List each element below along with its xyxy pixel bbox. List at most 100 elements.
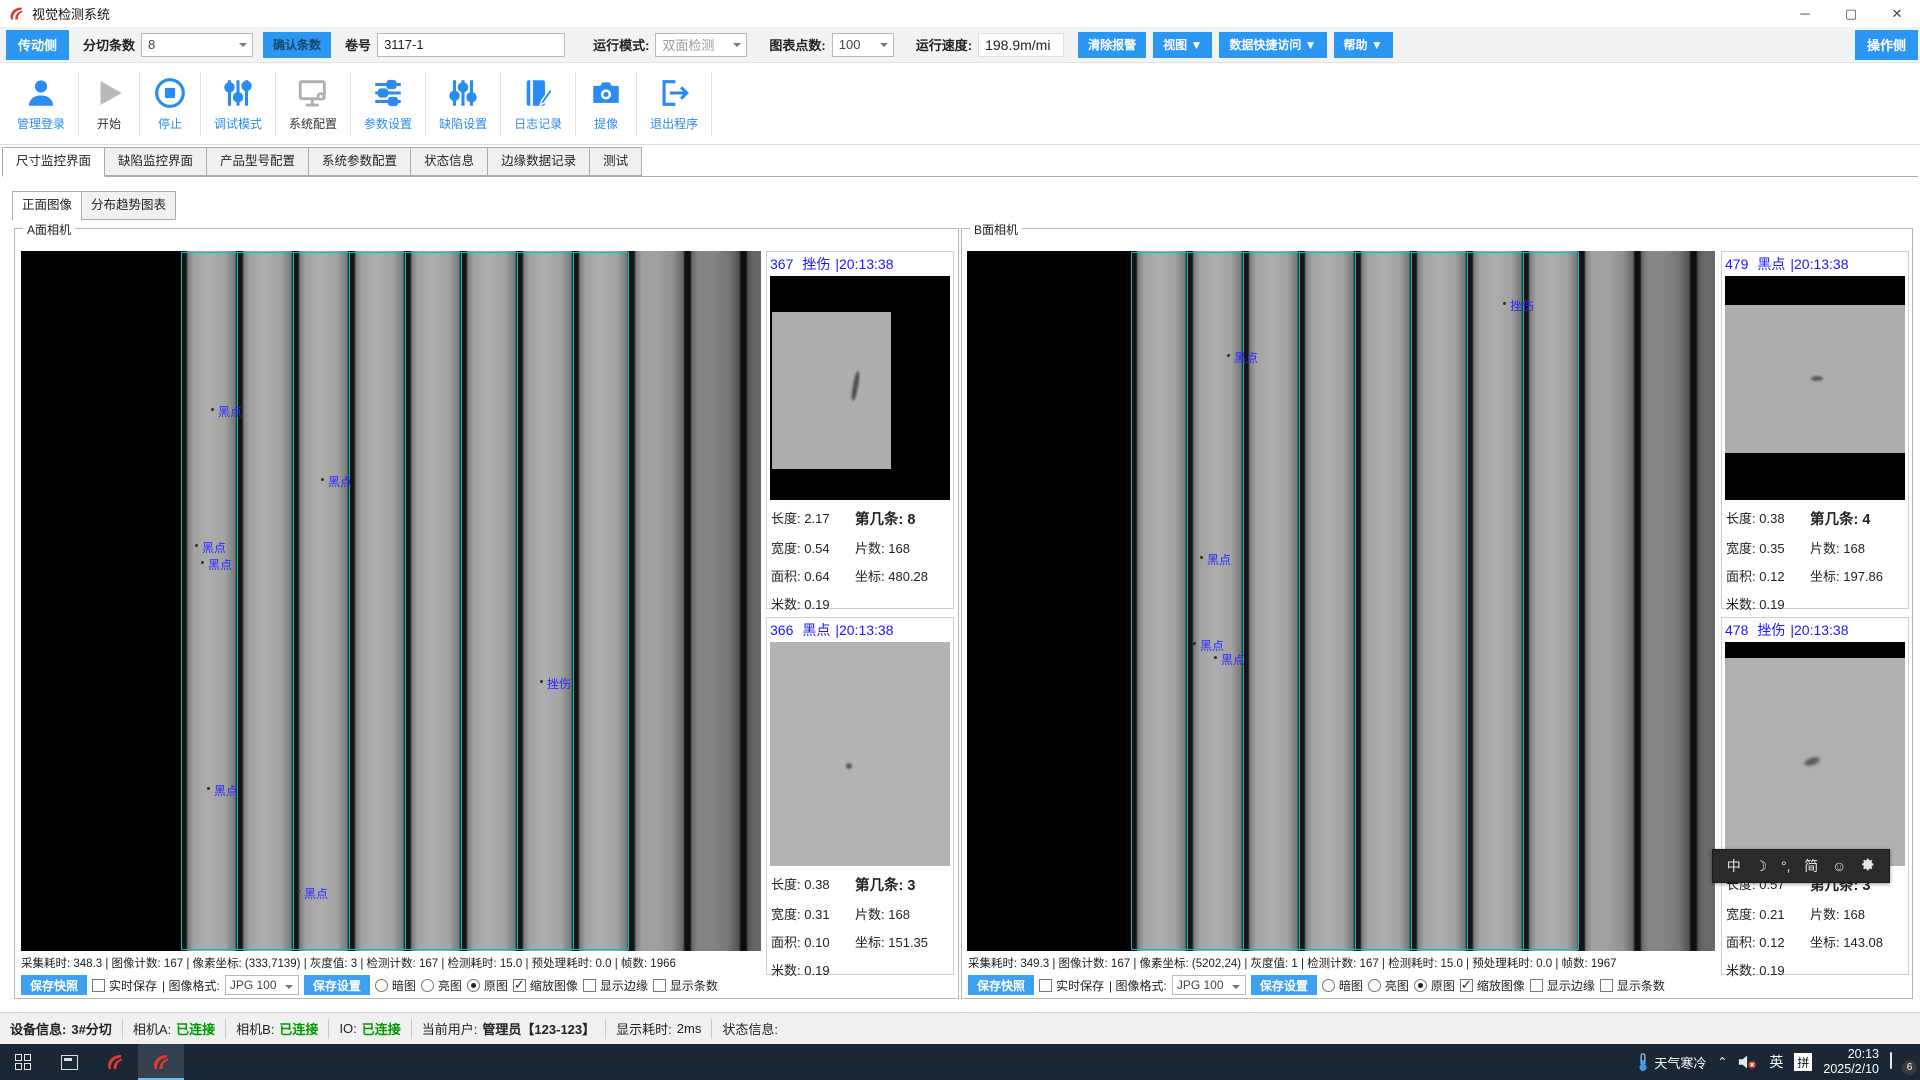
toolbar-item-exit-program[interactable]: 退出程序 [637, 72, 712, 136]
weather-text: 天气寒冷 [1654, 1053, 1706, 1072]
save-settings-button[interactable]: 保存设置 [1251, 975, 1317, 995]
camera-b-group: B面相机 挫伤 黑点 黑点 黑点 黑点 479 黑点 |20:13:38 [961, 228, 1913, 999]
weather-indicator[interactable]: 天气寒冷 [1636, 1052, 1706, 1072]
defect-id: 479 [1725, 256, 1748, 272]
clear-alarm-button[interactable]: 清除报警 [1078, 32, 1146, 58]
realtime-save-checkbox[interactable]: 实时保存 [1039, 977, 1104, 994]
help-menu-button[interactable]: 帮助 ▼ [1334, 32, 1393, 58]
tab-defect-monitor[interactable]: 缺陷监控界面 [105, 147, 207, 176]
defect-thumbnail[interactable] [1725, 642, 1905, 866]
slit-count-select[interactable]: 8 [141, 33, 253, 57]
tab-distribution-trend-chart[interactable]: 分布趋势图表 [82, 191, 176, 220]
tab-product-model-config[interactable]: 产品型号配置 [207, 147, 309, 176]
zoom-image-checkbox[interactable]: 缩放图像 [513, 977, 578, 994]
display-time-segment: 显示耗时:2ms [606, 1019, 712, 1039]
tab-test[interactable]: 测试 [590, 147, 642, 176]
tab-edge-data-record[interactable]: 边缘数据记录 [488, 147, 590, 176]
language-indicator[interactable]: 英 [1769, 1052, 1783, 1072]
app-logo-icon [8, 5, 25, 22]
original-image-radio[interactable]: 原图 [1414, 977, 1455, 994]
show-edge-checkbox[interactable]: 显示边缘 [583, 977, 648, 994]
defect-card[interactable]: 478 挫伤 |20:13:38 长度: 0.57 第几条: 3 宽度: 0.2… [1721, 617, 1909, 975]
window-controls: ─ ▢ ✕ [1782, 0, 1920, 27]
camera-a-image: 黑点 黑点 黑点 黑点 挫伤 黑点 黑点 [21, 251, 761, 951]
save-snapshot-button[interactable]: 保存快照 [968, 975, 1034, 995]
roll-number-input[interactable]: 3117-1 [377, 33, 565, 57]
camera-a-group: A面相机 黑点 黑点 黑点 黑点 挫伤 黑点 黑点 367 挫伤 |20:1 [14, 228, 959, 999]
image-format-select[interactable]: JPG 100 [225, 975, 299, 995]
ime-punctuation-toggle[interactable]: °, [1781, 858, 1791, 874]
close-button[interactable]: ✕ [1874, 0, 1920, 27]
save-settings-button[interactable]: 保存设置 [304, 975, 370, 995]
toolbar-item-log-record[interactable]: 日志记录 [501, 72, 576, 136]
taskbar-app-vision-1[interactable] [92, 1044, 138, 1080]
volume-muted-icon[interactable] [1738, 1054, 1758, 1070]
show-count-checkbox[interactable]: 显示条数 [653, 977, 718, 994]
ime-mode-indicator[interactable]: 拼 [1794, 1053, 1812, 1071]
toolbar-item-admin-login[interactable]: 管理登录 [4, 72, 79, 136]
show-edge-checkbox[interactable]: 显示边缘 [1530, 977, 1595, 994]
taskbar-app-vision-2-active[interactable] [138, 1044, 184, 1080]
checkbox-icon [653, 979, 666, 992]
ime-charset-toggle[interactable]: 简 [1804, 856, 1818, 876]
confirm-count-button[interactable]: 确认条数 [263, 32, 331, 58]
bright-image-radio[interactable]: 亮图 [1368, 977, 1409, 994]
defect-piece: 片数: 168 [1810, 538, 1904, 557]
radio-icon [375, 979, 388, 992]
tab-size-monitor[interactable]: 尺寸监控界面 [2, 147, 105, 177]
defect-thumbnail[interactable] [770, 642, 950, 866]
maximize-button[interactable]: ▢ [1828, 0, 1874, 27]
ime-settings-gear-icon[interactable] [1860, 857, 1875, 875]
defect-time: |20:13:38 [835, 256, 893, 272]
minimize-button[interactable]: ─ [1782, 0, 1828, 27]
defect-card[interactable]: 366 黑点 |20:13:38 长度: 0.38 第几条: 3 宽度: 0.3… [766, 617, 954, 975]
data-shortcut-menu-button[interactable]: 数据快捷访问 ▼ [1219, 32, 1326, 58]
defect-card[interactable]: 479 黑点 |20:13:38 长度: 0.38 第几条: 4 宽度: 0.3… [1721, 251, 1909, 609]
radio-icon [421, 979, 434, 992]
defect-thumbnail[interactable] [770, 276, 950, 500]
taskbar-clock[interactable]: 20:13 2025/2/10 [1823, 1047, 1879, 1077]
defect-meter: 米数: 0.19 [1726, 960, 1810, 979]
bright-image-radio[interactable]: 亮图 [421, 977, 462, 994]
toolbar-item-start[interactable]: 开始 [79, 72, 140, 136]
toolbar-item-stop[interactable]: 停止 [140, 72, 201, 136]
chart-points-select[interactable]: 100 [832, 33, 894, 57]
show-count-checkbox[interactable]: 显示条数 [1600, 977, 1665, 994]
dark-image-radio[interactable]: 暗图 [1322, 977, 1363, 994]
ime-halfwidth-moon-icon[interactable]: ☽ [1755, 858, 1768, 875]
dark-image-radio[interactable]: 暗图 [375, 977, 416, 994]
run-mode-select[interactable]: 双面检测 [655, 33, 747, 57]
action-center-icon[interactable]: 6 [1890, 1053, 1910, 1071]
toolbar-item-capture-image[interactable]: 提像 [576, 72, 637, 136]
original-image-radio[interactable]: 原图 [467, 977, 508, 994]
start-button[interactable] [0, 1044, 46, 1080]
hidden-icons-chevron[interactable]: ⌃ [1717, 1055, 1727, 1069]
toolbar-item-system-config[interactable]: 系统配置 [276, 72, 351, 136]
image-format-value: JPG 100 [230, 978, 277, 992]
zoom-image-checkbox[interactable]: 缩放图像 [1460, 977, 1525, 994]
toolbar-item-parameter-settings[interactable]: 参数设置 [351, 72, 426, 136]
defect-thumbnail[interactable] [1725, 276, 1905, 500]
defect-coord: 坐标: 151.35 [855, 932, 949, 951]
view-menu-button[interactable]: 视图 ▼ [1153, 32, 1212, 58]
chart-points-value: 100 [839, 37, 861, 52]
bright-image-label: 亮图 [1385, 977, 1409, 994]
toolbar-item-debug-mode[interactable]: 调试模式 [201, 72, 276, 136]
image-format-select[interactable]: JPG 100 [1172, 975, 1246, 995]
operator-side-button[interactable]: 操作侧 [1855, 30, 1918, 60]
tab-front-image[interactable]: 正面图像 [12, 191, 82, 221]
tab-system-param-config[interactable]: 系统参数配置 [309, 147, 411, 176]
realtime-save-checkbox[interactable]: 实时保存 [92, 977, 157, 994]
tab-status-info[interactable]: 状态信息 [411, 147, 488, 176]
toolbar-item-defect-settings[interactable]: 缺陷设置 [426, 72, 501, 136]
notification-bubble-icon [1890, 1052, 1892, 1069]
windows-start-icon [15, 1054, 31, 1070]
save-snapshot-button[interactable]: 保存快照 [21, 975, 87, 995]
ime-lang-toggle[interactable]: 中 [1727, 856, 1741, 876]
taskbar-app-window[interactable] [46, 1044, 92, 1080]
defect-piece: 片数: 168 [855, 904, 949, 923]
drive-side-button[interactable]: 传动侧 [6, 30, 69, 60]
ime-emoji-icon[interactable]: ☺ [1832, 858, 1846, 874]
defect-marker-label: 黑点 [1234, 349, 1258, 366]
defect-card[interactable]: 367 挫伤 |20:13:38 长度: 2.17 第几条: 8 宽度: 0.5… [766, 251, 954, 609]
